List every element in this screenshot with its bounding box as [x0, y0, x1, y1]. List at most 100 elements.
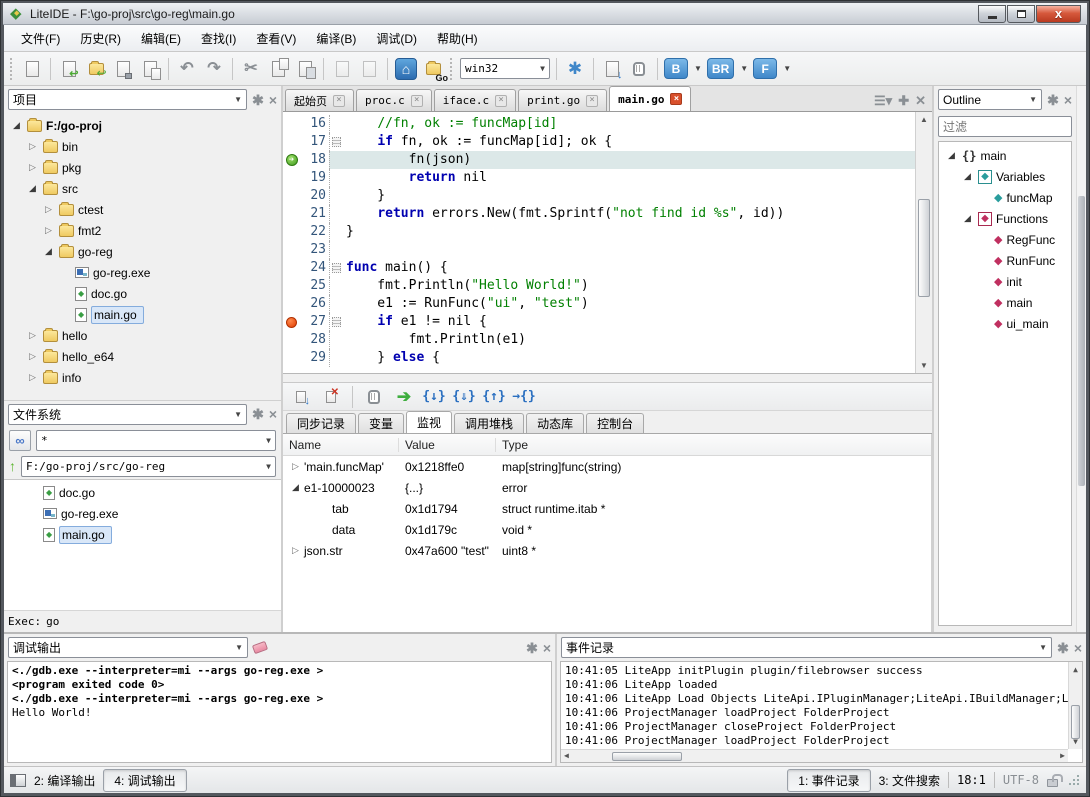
project-panel-combobox[interactable]: 项目▼ — [8, 89, 247, 110]
event-log-gear-icon[interactable]: ✱ — [1057, 641, 1069, 655]
watch-column-type[interactable]: Type — [496, 438, 931, 452]
project-item-go-reg.exe[interactable]: go-reg.exe — [4, 262, 281, 283]
watch-column-value[interactable]: Value — [399, 438, 496, 452]
debug-output-console[interactable]: <./gdb.exe --interpreter=mi --args go-re… — [7, 661, 552, 763]
outline-item-init[interactable]: ◆init — [939, 271, 1071, 292]
debug-tab-控制台[interactable]: 控制台 — [586, 413, 644, 433]
expanded-arrow-icon[interactable]: ◢ — [42, 246, 55, 257]
code-content[interactable]: } — [329, 187, 915, 205]
clear-output-icon[interactable] — [252, 641, 268, 654]
collapsed-arrow-icon[interactable]: ▷ — [26, 330, 39, 341]
debug-output-combobox[interactable]: 调试输出▼ — [8, 637, 248, 658]
menu-item-调试(D)[interactable]: 调试(D) — [367, 27, 426, 50]
expanded-arrow-icon[interactable]: ◢ — [961, 171, 974, 182]
scroll-up-icon[interactable]: ▲ — [916, 112, 932, 127]
code-content[interactable]: //fn, ok := funcMap[id] — [329, 115, 915, 133]
fold-column[interactable] — [330, 133, 342, 151]
code-content[interactable]: } — [329, 223, 915, 241]
outline-item-RunFunc[interactable]: ◆RunFunc — [939, 250, 1071, 271]
copy-icon[interactable] — [266, 57, 290, 81]
step-into-icon[interactable]: {⇓} — [452, 385, 476, 409]
fold-marker-icon[interactable] — [332, 137, 341, 147]
debug-tab-变量[interactable]: 变量 — [358, 413, 404, 433]
env-combobox[interactable]: win32▼ — [460, 58, 550, 79]
code-content[interactable]: } else { — [329, 349, 915, 367]
gutter-margin[interactable] — [283, 223, 300, 241]
outline-close-icon[interactable]: × — [1064, 93, 1072, 107]
compile-output-label[interactable]: 2: 编译输出 — [34, 772, 95, 789]
gutter-margin[interactable] — [283, 259, 300, 277]
tab-proc.c[interactable]: proc.c× — [356, 89, 432, 111]
file-search-label[interactable]: 3: 文件搜索 — [879, 772, 940, 789]
continue-icon[interactable]: ➔ — [392, 385, 416, 409]
project-item-F:/go-proj[interactable]: ◢F:/go-proj — [4, 115, 281, 136]
outline-filter-input[interactable] — [938, 116, 1072, 137]
watch-row-data[interactable]: data0x1d179cvoid * — [283, 519, 931, 540]
fs-item-go-reg.exe[interactable]: go-reg.exe — [4, 503, 281, 524]
open-file-button[interactable]: ↩ — [57, 57, 81, 81]
build-dropdown-arrow[interactable]: ▼ — [694, 64, 702, 73]
stop-debug-icon[interactable]: ✕ — [319, 385, 343, 409]
menu-item-帮助(H)[interactable]: 帮助(H) — [428, 27, 487, 50]
step-over-icon[interactable]: {↓} — [422, 385, 446, 409]
fold-marker-icon[interactable] — [332, 263, 341, 273]
undo-icon[interactable]: ↶ — [175, 57, 199, 81]
project-item-ctest[interactable]: ▷ctest — [4, 199, 281, 220]
tab-close-icon[interactable]: × — [670, 93, 682, 105]
project-item-src[interactable]: ◢src — [4, 178, 281, 199]
collapsed-arrow-icon[interactable]: ▷ — [42, 225, 55, 236]
event-log-toggle-button[interactable]: 1: 事件记录 — [787, 769, 870, 792]
home-button[interactable]: ⌂ — [394, 57, 418, 81]
file-sync-icon[interactable]: ↓ — [600, 57, 624, 81]
minimize-button[interactable] — [978, 5, 1006, 23]
outline-panel-combobox[interactable]: Outline▼ — [938, 89, 1042, 110]
toggle-panel-icon[interactable] — [10, 774, 26, 787]
build-run-dropdown-arrow[interactable]: ▼ — [740, 64, 748, 73]
collapsed-arrow-icon[interactable]: ▷ — [289, 461, 302, 472]
project-gear-icon[interactable]: ✱ — [252, 93, 264, 107]
collapsed-arrow-icon[interactable]: ▷ — [26, 141, 39, 152]
menu-item-查看(V)[interactable]: 查看(V) — [247, 27, 305, 50]
open-folder-button[interactable]: ↩ — [84, 57, 108, 81]
new-tab-icon[interactable]: ✚ — [898, 94, 909, 107]
gutter-margin[interactable] — [283, 295, 300, 313]
up-folder-icon[interactable]: ↑ — [9, 458, 16, 474]
menu-item-历史(R)[interactable]: 历史(R) — [71, 27, 130, 50]
tab-close-icon[interactable]: × — [411, 95, 423, 107]
collapsed-arrow-icon[interactable]: ▷ — [26, 162, 39, 173]
editor-vertical-scrollbar[interactable]: ▲ ▼ — [915, 112, 932, 373]
debug-log-icon[interactable]: ↓ — [289, 385, 313, 409]
stop-hand-icon[interactable] — [627, 57, 651, 81]
tab-close-icon[interactable]: × — [495, 95, 507, 107]
close-tab-icon[interactable]: ✕ — [915, 94, 926, 107]
code-content[interactable]: return nil — [329, 169, 915, 187]
code-content[interactable]: if fn, ok := funcMap[id]; ok { — [329, 133, 915, 151]
project-item-hello_e64[interactable]: ▷hello_e64 — [4, 346, 281, 367]
menu-item-查找(I)[interactable]: 查找(I) — [192, 27, 245, 50]
gutter-margin[interactable] — [283, 115, 300, 133]
watch-row-tab[interactable]: tab0x1d1794struct runtime.itab * — [283, 498, 931, 519]
tab-close-icon[interactable]: × — [333, 95, 345, 107]
code-content[interactable]: fmt.Println("Hello World!") — [329, 277, 915, 295]
code-content[interactable]: e1 := RunFunc("ui", "test") — [329, 295, 915, 313]
outline-scrollbar[interactable] — [1076, 86, 1086, 632]
debug-output-gear-icon[interactable]: ✱ — [526, 641, 538, 655]
event-log-vscrollbar[interactable]: ▲ ▼ — [1068, 662, 1082, 749]
menu-item-编译(B)[interactable]: 编译(B) — [307, 27, 365, 50]
event-log-console[interactable]: 10:41:05 LiteApp initPlugin plugin/fileb… — [560, 661, 1083, 763]
watch-row-'main.funcMap'[interactable]: ▷'main.funcMap'0x1218ffe0map[string]func… — [283, 456, 931, 477]
expanded-arrow-icon[interactable]: ◢ — [10, 120, 23, 131]
collapsed-arrow-icon[interactable]: ▷ — [42, 204, 55, 215]
debug-tab-监视[interactable]: 监视 — [406, 411, 452, 433]
outline-item-main[interactable]: ◢{}main — [939, 145, 1071, 166]
project-close-icon[interactable]: × — [269, 93, 277, 107]
outline-item-Functions[interactable]: ◢◆Functions — [939, 208, 1071, 229]
filter-combobox[interactable]: *▼ — [36, 430, 276, 451]
gutter-margin[interactable] — [283, 241, 300, 259]
project-item-bin[interactable]: ▷bin — [4, 136, 281, 157]
title-bar[interactable]: ◆◆ LiteIDE - F:\go-proj\src\go-reg\main.… — [3, 3, 1087, 25]
resize-grip[interactable] — [1068, 774, 1080, 786]
code-content[interactable] — [329, 241, 915, 259]
filesystem-panel-combobox[interactable]: 文件系统▼ — [8, 404, 247, 425]
fold-column[interactable] — [330, 313, 342, 331]
